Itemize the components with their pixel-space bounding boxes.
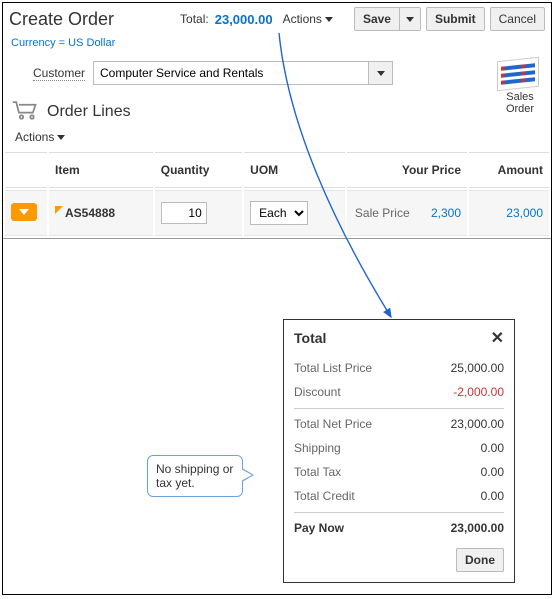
order-lines-table: Item Quantity UOM Your Price Amount AS54… xyxy=(3,150,551,238)
header-actions-label: Actions xyxy=(283,12,322,26)
price-type: Sale Price xyxy=(355,206,410,220)
sales-order-label-2: Order xyxy=(497,103,543,115)
totals-popup: Total ✕ Total List Price 25,000.00 Discou… xyxy=(283,319,515,583)
tax-value: 0.00 xyxy=(481,465,504,479)
submit-button[interactable]: Submit xyxy=(426,7,485,31)
header-actions-menu[interactable]: Actions xyxy=(283,12,333,26)
chevron-down-icon xyxy=(406,17,414,22)
list-price-label: Total List Price xyxy=(294,361,372,375)
credit-value: 0.00 xyxy=(481,489,504,503)
customer-input[interactable] xyxy=(93,61,369,85)
col-your-price: Your Price xyxy=(347,152,467,188)
list-price-value: 25,000.00 xyxy=(451,361,504,375)
tax-label: Total Tax xyxy=(294,465,341,479)
col-quantity: Quantity xyxy=(155,152,242,188)
order-lines-title: Order Lines xyxy=(47,103,131,121)
save-button[interactable]: Save xyxy=(354,7,400,31)
quantity-input[interactable] xyxy=(161,202,207,224)
annotation-callout: No shipping or tax yet. xyxy=(147,455,243,497)
item-code: AS54888 xyxy=(65,206,115,220)
save-split-button[interactable]: Save xyxy=(354,7,421,31)
net-value: 23,000.00 xyxy=(451,417,504,431)
customer-label: Customer xyxy=(33,66,85,81)
done-button[interactable]: Done xyxy=(456,548,504,572)
total-value[interactable]: 23,000.00 xyxy=(215,12,273,27)
sales-order-tile[interactable]: Sales Order xyxy=(497,59,543,115)
currency-text: Currency = US Dollar xyxy=(3,35,551,55)
row-expand-button[interactable] xyxy=(11,203,37,221)
paynow-value: 23,000.00 xyxy=(451,521,504,535)
col-amount: Amount xyxy=(469,152,549,188)
total-label: Total: xyxy=(180,12,209,26)
your-price-value[interactable]: 2,300 xyxy=(431,206,461,220)
flag-icon xyxy=(55,206,63,214)
customer-dropdown-button[interactable] xyxy=(369,61,393,85)
table-row: AS54888 Each Sale Price 2,300 23,000 xyxy=(5,190,549,236)
lines-actions-label: Actions xyxy=(15,130,54,144)
credit-label: Total Credit xyxy=(294,489,355,503)
lines-actions-menu[interactable]: Actions xyxy=(15,130,65,144)
save-caret[interactable] xyxy=(400,7,421,31)
chevron-down-icon xyxy=(57,135,65,140)
amount-value: 23,000 xyxy=(469,190,549,236)
net-label: Total Net Price xyxy=(294,417,372,431)
totals-title: Total xyxy=(294,330,326,346)
paynow-label: Pay Now xyxy=(294,521,344,535)
shipping-label: Shipping xyxy=(294,441,341,455)
col-uom: UOM xyxy=(244,152,345,188)
cart-icon xyxy=(11,99,39,124)
col-item: Item xyxy=(49,152,153,188)
discount-label: Discount xyxy=(294,385,341,399)
chevron-down-icon xyxy=(377,71,385,76)
chevron-down-icon xyxy=(325,17,333,22)
close-icon[interactable]: ✕ xyxy=(491,328,504,348)
sales-order-icon xyxy=(497,57,539,91)
sales-order-label-1: Sales xyxy=(497,91,543,103)
shipping-value: 0.00 xyxy=(481,441,504,455)
page-title: Create Order xyxy=(9,9,114,30)
discount-value: -2,000.00 xyxy=(453,385,504,399)
cancel-button[interactable]: Cancel xyxy=(490,7,545,31)
uom-select[interactable]: Each xyxy=(250,201,308,225)
